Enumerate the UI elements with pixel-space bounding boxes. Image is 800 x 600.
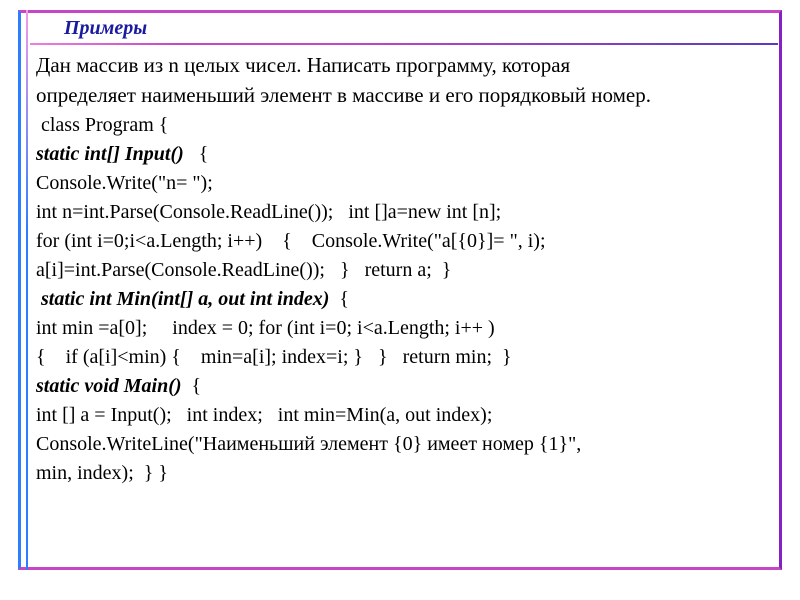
problem-description-line1: Дан массив из n целых чисел. Написать пр… bbox=[36, 50, 772, 80]
code-line-1: class Program { bbox=[36, 111, 772, 140]
code-line-3: Console.Write("n= "); bbox=[36, 169, 772, 198]
code-line-12: Console.WriteLine("Наименьший элемент {0… bbox=[36, 430, 772, 459]
code-line-11: int [] a = Input(); int index; int min=M… bbox=[36, 401, 772, 430]
code-line-13: min, index); } } bbox=[36, 459, 772, 488]
header-band: Примеры bbox=[30, 13, 778, 43]
code-signature-main: static void Main() bbox=[36, 375, 182, 397]
problem-description-line2: определяет наименьший элемент в массиве … bbox=[36, 80, 772, 110]
code-line-8: int min =a[0]; index = 0; for (int i=0; … bbox=[36, 314, 772, 343]
code-line-7: static int Min(int[] a, out int index) { bbox=[36, 285, 772, 314]
code-brace-7: { bbox=[329, 288, 349, 310]
code-line-4: int n=int.Parse(Console.ReadLine()); int… bbox=[36, 198, 772, 227]
left-accent-line bbox=[26, 10, 28, 570]
code-line-6: a[i]=int.Parse(Console.ReadLine()); } re… bbox=[36, 256, 772, 285]
code-line-9: { if (a[i]<min) { min=a[i]; index=i; } }… bbox=[36, 343, 772, 372]
code-signature-input: static int[] Input() bbox=[36, 143, 189, 165]
header-title: Примеры bbox=[64, 17, 147, 40]
code-signature-min: static int Min(int[] a, out int index) bbox=[36, 288, 329, 310]
code-line-5: for (int i=0;i<a.Length; i++) { Console.… bbox=[36, 227, 772, 256]
code-line-10: static void Main() { bbox=[36, 372, 772, 401]
header-underline bbox=[30, 43, 778, 45]
code-brace-2: { bbox=[189, 143, 209, 165]
content-area: Дан массив из n целых чисел. Написать пр… bbox=[36, 50, 772, 488]
code-line-2: static int[] Input() { bbox=[36, 140, 772, 169]
code-brace-10: { bbox=[182, 375, 202, 397]
